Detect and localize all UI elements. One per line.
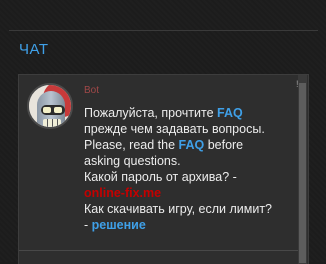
bender-avatar-icon [37,91,65,127]
mouth [43,119,61,127]
chat-messages-panel[interactable]: Bot !!! Пожалуйста, прочтите FAQ прежде … [18,74,309,264]
message-divider [19,250,298,251]
text-line: Как скачивать игру, если лимит? [84,202,273,216]
scrollbar-thumb[interactable] [299,83,306,263]
chat-widget: ЧАТ Bot !!! Пожалуйста, прочтите FAQ пре… [0,0,326,264]
faq-link-en[interactable]: FAQ [179,138,205,152]
text-line: Какой пароль от архива? - [84,170,237,184]
message-author[interactable]: Bot [84,85,99,96]
scrollbar[interactable] [298,75,307,264]
right-eye [54,107,62,113]
password-link[interactable]: online-fix.me [84,186,161,200]
text-line: before [204,138,244,152]
text-line: Пожалуйста, прочтите [84,106,217,120]
chat-title: ЧАТ [19,41,49,58]
visor [41,105,65,115]
text-line: asking questions. [84,154,181,168]
message-text: Пожалуйста, прочтите FAQ прежде чем зада… [84,105,299,233]
chat-message: Bot !!! Пожалуйста, прочтите FAQ прежде … [19,75,304,247]
text-line: прежде чем задавать вопросы. [84,122,265,136]
left-eye [43,107,51,113]
solution-link[interactable]: решение [92,218,146,232]
text-line: Please, read the [84,138,179,152]
faq-link-ru[interactable]: FAQ [217,106,243,120]
avatar[interactable] [27,83,73,129]
chat-header: ЧАТ [9,30,318,65]
text-line: - [84,218,92,232]
